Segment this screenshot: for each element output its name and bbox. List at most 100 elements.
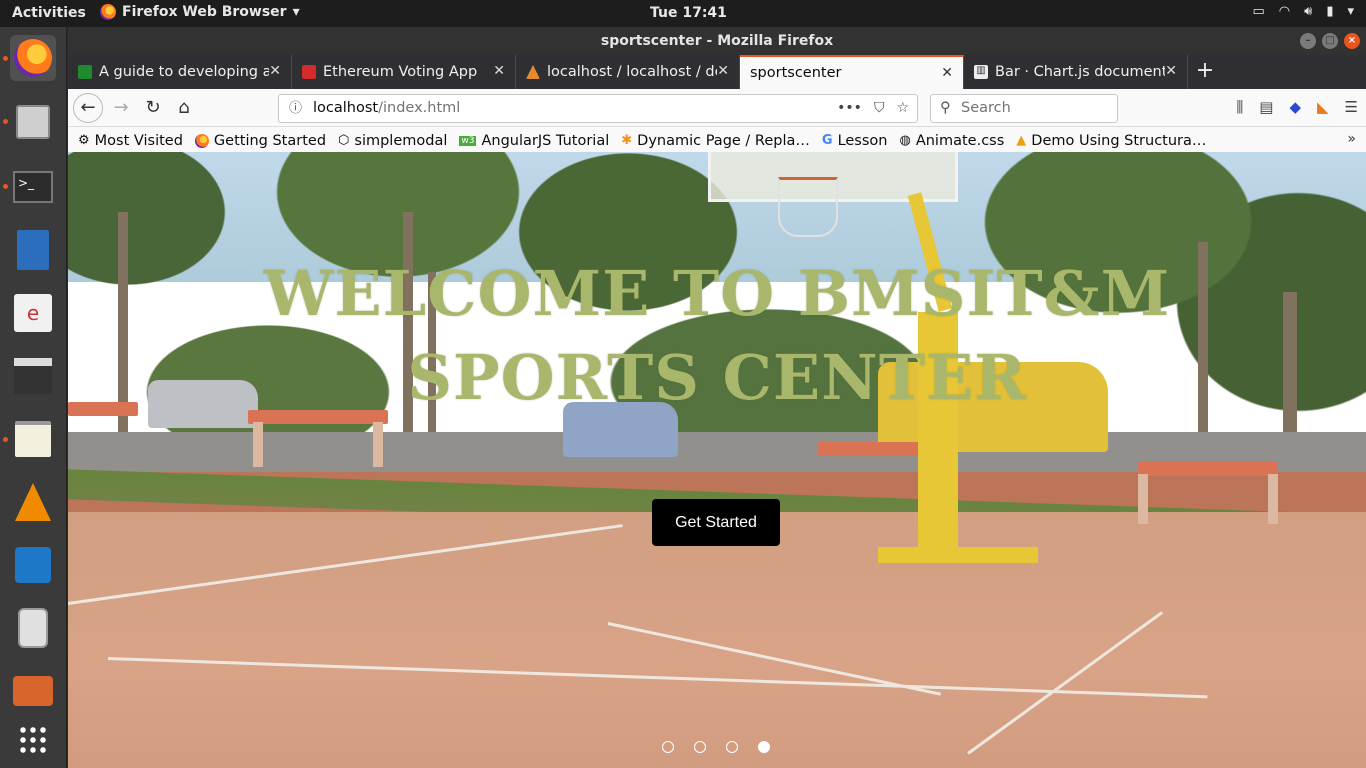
top-bar: Activities Firefox Web Browser ▾ Tue 17:… (0, 0, 1366, 27)
text-editor-launcher[interactable] (10, 416, 56, 462)
bookmark-label: AngularJS Tutorial (481, 132, 610, 149)
volume-icon[interactable]: 🔊︎ (1304, 4, 1312, 19)
close-tab-icon[interactable]: ✕ (269, 63, 281, 79)
bookmark-label: Getting Started (213, 132, 327, 149)
toolbox-icon (13, 676, 53, 706)
video-editor-launcher[interactable] (10, 353, 56, 399)
close-tab-icon[interactable]: ✕ (1165, 63, 1177, 79)
terminal-launcher[interactable]: >_ (10, 164, 56, 210)
search-placeholder: Search (961, 100, 1011, 116)
tab-ethereum[interactable]: Ethereum Voting App ✕ (292, 55, 516, 89)
page-actions-icon[interactable]: ••• (837, 95, 862, 122)
bookmark-getting-started[interactable]: Getting Started (194, 132, 327, 149)
bookmark-label: simplemodal (354, 132, 448, 149)
get-started-button[interactable]: Get Started (652, 499, 780, 546)
page-content: WELCOME TO BMSIT&M SPORTS CENTER Get Sta… (68, 152, 1366, 768)
clock[interactable]: Tue 17:41 (650, 5, 727, 21)
chevron-down-icon[interactable]: ▾ (1347, 4, 1354, 19)
hero-title: WELCOME TO BMSIT&M SPORTS CENTER (263, 257, 1171, 414)
app-menu[interactable]: Firefox Web Browser ▾ (100, 4, 300, 20)
metamask-icon[interactable]: ◣ (1317, 98, 1329, 116)
running-indicator (3, 184, 8, 189)
screen-icon[interactable]: ▭ (1252, 4, 1264, 19)
forward-button[interactable]: → (108, 95, 134, 121)
bookmark-lesson[interactable]: G Lesson (822, 133, 888, 149)
gear-icon: ⚙ (78, 133, 90, 148)
firefox-launcher[interactable] (10, 35, 56, 81)
software-launcher[interactable] (10, 668, 56, 714)
tab-guide[interactable]: A guide to developing an ✕ (68, 55, 292, 89)
evince-launcher[interactable]: e (10, 290, 56, 336)
minimize-button[interactable]: – (1300, 33, 1316, 49)
library-icon[interactable]: ⫼ (1236, 98, 1243, 116)
tab-label: sportscenter (750, 65, 842, 81)
google-icon: G (821, 133, 833, 148)
sidebar-icon[interactable]: ▤ (1259, 98, 1273, 116)
vscode-launcher[interactable] (10, 542, 56, 588)
terminal-icon: >_ (13, 171, 53, 203)
url-path: /index.html (378, 100, 461, 116)
running-indicator (3, 56, 8, 61)
bookmark-label: Dynamic Page / Repla… (637, 132, 810, 149)
speaker-app-launcher[interactable] (10, 605, 56, 651)
running-indicator (3, 119, 8, 124)
info-icon[interactable]: ⓘ (289, 95, 302, 122)
close-tab-icon[interactable]: ✕ (717, 63, 729, 79)
vlc-launcher[interactable] (10, 479, 56, 525)
carousel-dot-2[interactable] (694, 741, 706, 753)
bookmark-label: Most Visited (94, 132, 183, 149)
bookmark-label: Demo Using Structura… (1031, 132, 1207, 149)
bookmark-label: Animate.css (915, 132, 1005, 149)
carousel-indicators (662, 741, 770, 753)
bookmark-demo-structura[interactable]: ▲ Demo Using Structura… (1016, 133, 1206, 149)
extension-icon[interactable]: ◆ (1289, 98, 1301, 116)
browser-window: sportscenter - Mozilla Firefox – □ × A g… (68, 27, 1366, 768)
writer-launcher[interactable] (10, 227, 56, 273)
pocket-icon[interactable]: ⛉ (874, 95, 885, 122)
speaker-icon (18, 608, 48, 648)
search-input[interactable]: ⚲ Search (930, 94, 1118, 123)
new-tab-button[interactable]: + (1188, 55, 1222, 89)
carousel-dot-1[interactable] (662, 741, 674, 753)
tab-label: Bar · Chart.js documenta (995, 64, 1165, 80)
clapperboard-icon (14, 358, 52, 394)
bookmark-most-visited[interactable]: ⚙ Most Visited (78, 133, 183, 149)
system-tray[interactable]: ▭ ◠ 🔊︎ ▮ ▾ (1252, 4, 1354, 19)
battery-icon[interactable]: ▮ (1326, 4, 1333, 19)
firefox-icon (100, 4, 116, 20)
url-host: localhost (313, 100, 379, 116)
home-button[interactable]: ⌂ (171, 95, 197, 121)
bookmark-simplemodal[interactable]: ⬡ simplemodal (338, 133, 447, 149)
close-tab-icon[interactable]: ✕ (941, 65, 953, 81)
close-window-button[interactable]: × (1344, 33, 1360, 49)
close-tab-icon[interactable]: ✕ (493, 63, 505, 79)
files-launcher[interactable] (10, 99, 56, 145)
vlc-cone-icon (15, 483, 51, 521)
bookmark-star-icon[interactable]: ☆ (896, 95, 909, 122)
title-bar: sportscenter - Mozilla Firefox – □ × (68, 27, 1366, 55)
back-button[interactable]: ← (73, 93, 103, 123)
search-icon: ⚲ (940, 100, 951, 116)
bookmark-animate-css[interactable]: ◍ Animate.css (899, 133, 1004, 149)
wifi-icon[interactable]: ◠ (1279, 4, 1290, 19)
firefox-icon (194, 133, 209, 148)
reload-button[interactable]: ↻ (140, 95, 166, 121)
tab-phpmyadmin[interactable]: localhost / localhost / de ✕ (516, 55, 740, 89)
activities-button[interactable]: Activities (12, 5, 86, 21)
firefox-icon (14, 39, 52, 77)
phpmyadmin-icon (526, 65, 540, 79)
bookmarks-overflow-icon[interactable]: » (1347, 131, 1356, 147)
hamburger-menu-icon[interactable]: ☰ (1345, 98, 1358, 116)
show-applications-button[interactable] (10, 717, 56, 763)
tab-sportscenter[interactable]: sportscenter ✕ (740, 55, 964, 89)
bookmark-angularjs[interactable]: w3 AngularJS Tutorial (459, 133, 609, 149)
url-bar[interactable]: ⓘ localhost/index.html ••• ⛉ ☆ (278, 94, 918, 123)
site-favicon-icon (302, 65, 316, 79)
carousel-dot-3[interactable] (726, 741, 738, 753)
tab-chartjs[interactable]: ▥ Bar · Chart.js documenta ✕ (964, 55, 1188, 89)
carousel-dot-4[interactable] (758, 741, 770, 753)
hero-background-image (68, 152, 1366, 768)
bookmark-dynamic-page[interactable]: ✱ Dynamic Page / Repla… (621, 133, 810, 149)
tab-strip: A guide to developing an ✕ Ethereum Voti… (68, 55, 1366, 89)
maximize-button[interactable]: □ (1322, 33, 1338, 49)
